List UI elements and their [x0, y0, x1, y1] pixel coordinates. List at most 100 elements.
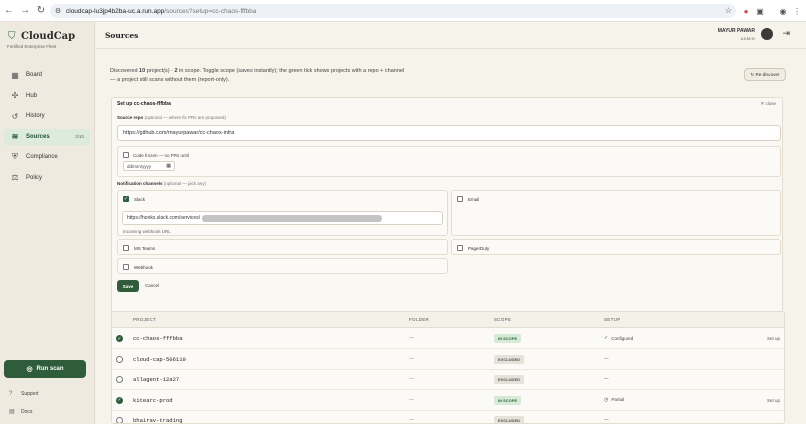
- shield-logo-icon: ⛉: [8, 31, 16, 42]
- run-scan-button[interactable]: ◎ Run scan: [4, 360, 86, 378]
- history-icon: ↺: [11, 111, 19, 121]
- browser-menu-icon[interactable]: ⋮: [792, 6, 802, 16]
- projects-table: PROJECT FOLDER SCOPE SETUP ✓ cc-chaos-fff…: [111, 311, 785, 424]
- intro-text: Discovered 10 project(s) · 2 in scope. T…: [110, 68, 405, 83]
- sidebar-item-policy[interactable]: ⚖ Policy: [4, 170, 90, 186]
- sidebar-item-label: Policy: [26, 174, 43, 181]
- project-name: allagent-12a27: [133, 376, 180, 383]
- brand-name: CloudCap: [21, 31, 76, 42]
- slack-channel-card: ✓ Slack https://hooks.slack.com/services…: [117, 190, 448, 236]
- column-header-setup: SETUP: [604, 317, 621, 322]
- project-name: cloud-cap-506110: [133, 355, 186, 363]
- sidebar-item-label: Compliance: [26, 154, 58, 160]
- check-circle-icon: ✓: [604, 335, 609, 341]
- bookmark-star-icon[interactable]: ☆: [725, 6, 732, 15]
- shield-check-icon: ⛨: [12, 152, 18, 161]
- teams-label: MS Teams: [134, 245, 156, 251]
- extensions-puzzle-icon[interactable]: ▣: [755, 6, 765, 16]
- scope-toggle-checkbox[interactable]: [116, 355, 123, 363]
- set-up-link[interactable]: Set up: [767, 398, 780, 403]
- site-info-icon[interactable]: ⚙: [54, 7, 62, 15]
- scan-icon: ◎: [26, 366, 33, 373]
- profile-avatar-icon[interactable]: ◉: [778, 6, 788, 16]
- save-button[interactable]: Save: [117, 280, 139, 292]
- webhook-channel-card: Webhook: [117, 258, 448, 274]
- table-header: PROJECT FOLDER SCOPE SETUP: [112, 312, 784, 328]
- setup-status-label: —: [604, 417, 609, 422]
- column-header-scope: SCOPE: [494, 317, 512, 322]
- slack-helper-text: Incoming webhook URL: [123, 229, 171, 234]
- set-up-link[interactable]: Set up: [767, 336, 780, 341]
- repo-url-input[interactable]: https://github.com/mayurpawar/cc-chaos-i…: [117, 125, 781, 141]
- freeze-date-input[interactable]: dd/mm/yyyy ▦: [123, 161, 175, 171]
- scope-toggle-checkbox[interactable]: [116, 417, 123, 423]
- code-frozen-label: Code frozen — no PRs until: [133, 152, 189, 158]
- email-channel-card: Email: [451, 190, 781, 236]
- clock-icon: ◷: [604, 396, 609, 403]
- sidebar-item-label: Sources: [26, 133, 50, 140]
- close-setup-button[interactable]: ✕ close: [760, 101, 776, 107]
- brand[interactable]: ⛉ CloudCap: [8, 31, 75, 42]
- sidebar-item-board[interactable]: ▦ Board: [4, 67, 90, 83]
- scale-icon: ⚖: [11, 173, 19, 182]
- support-link[interactable]: ? Support: [9, 391, 39, 397]
- setup-status-label: Configured: [611, 335, 634, 341]
- status-badge: EXCLUDED: [494, 375, 525, 384]
- date-placeholder: dd/mm/yyyy: [127, 163, 152, 169]
- email-checkbox[interactable]: [457, 196, 463, 202]
- user-role: ADMIN: [740, 36, 755, 41]
- sidebar-nav: ▦ Board ✣ Hub ↺ History ≋ Sources 2/10 ⛨…: [4, 67, 90, 190]
- scope-toggle-checkbox[interactable]: [116, 376, 123, 383]
- table-row[interactable]: bhairav-trading — EXCLUDED —: [112, 411, 784, 424]
- scope-toggle-checkbox[interactable]: ✓: [116, 335, 123, 342]
- logout-icon[interactable]: ⇥: [782, 28, 790, 39]
- grid-icon: ▦: [11, 70, 19, 80]
- folder-value: —: [409, 376, 414, 382]
- webhook-checkbox[interactable]: [123, 264, 129, 270]
- docs-link[interactable]: ▤ Docs: [9, 408, 32, 416]
- teams-checkbox[interactable]: [123, 245, 129, 251]
- back-icon[interactable]: ←: [2, 4, 16, 18]
- url-text: cloudcap-lu3jp4b2ba-uc.a.run.app/sources…: [66, 7, 257, 15]
- slack-webhook-input[interactable]: https://hooks.slack.com/services/: [122, 211, 443, 225]
- table-row[interactable]: ✓ cc-chaos-fffbba — IN SCOPE ✓ Configured Set …: [112, 329, 784, 349]
- webhook-label: Webhook: [134, 264, 153, 270]
- avatar[interactable]: [761, 28, 773, 40]
- setup-status: —: [604, 376, 609, 381]
- code-frozen-checkbox[interactable]: [123, 152, 129, 158]
- run-scan-label: Run scan: [36, 366, 64, 372]
- status-badge: EXCLUDED: [494, 354, 525, 364]
- sidebar-item-history[interactable]: ↺ History: [4, 108, 90, 124]
- project-name: bhairav-trading: [133, 417, 183, 424]
- slack-checkbox[interactable]: ✓: [123, 196, 129, 202]
- pagerduty-checkbox[interactable]: [457, 245, 463, 251]
- sidebar-item-label: Board: [26, 72, 43, 78]
- email-label: Email: [468, 196, 480, 202]
- table-row[interactable]: cloud-cap-506110 — EXCLUDED —: [112, 350, 784, 370]
- scope-toggle-checkbox[interactable]: ✓: [116, 396, 123, 404]
- document-icon: ▤: [9, 409, 15, 415]
- forward-icon[interactable]: →: [18, 4, 32, 18]
- redacted-value: [202, 214, 383, 222]
- sidebar-item-sources[interactable]: ≋ Sources 2/10: [4, 128, 90, 145]
- repo-label: Source repo (optional — where fix PRs ar…: [117, 115, 226, 120]
- extension-icon[interactable]: ●: [741, 6, 751, 16]
- sidebar: ⛉ CloudCap Fortified Enterprise Fleet ▦ …: [0, 22, 95, 424]
- cancel-button[interactable]: Cancel: [145, 283, 159, 288]
- main-content: Sources MAYUR PAWAR ADMIN ⇥ Discovered 1…: [96, 22, 806, 424]
- reload-icon[interactable]: ↻: [34, 4, 48, 18]
- setup-status: —: [604, 356, 609, 361]
- pagerduty-row: PagerDuty: [457, 245, 489, 251]
- sidebar-item-label: Hub: [26, 92, 38, 99]
- table-row[interactable]: ✓ kitearc-prod — IN SCOPE ◷ Partial Set up: [112, 391, 784, 411]
- rediscover-button[interactable]: ↻ Re-discover: [744, 68, 786, 81]
- database-icon: ≋: [11, 132, 19, 141]
- code-frozen-section: Code frozen — no PRs until dd/mm/yyyy ▦: [117, 146, 781, 177]
- address-bar[interactable]: ⚙ cloudcap-lu3jp4b2ba-uc.a.run.app/sourc…: [50, 4, 736, 18]
- sidebar-item-compliance[interactable]: ⛨ Compliance: [4, 149, 90, 165]
- setup-status: ◷ Partial: [604, 397, 624, 403]
- sidebar-item-hub[interactable]: ✣ Hub: [4, 88, 90, 104]
- table-row[interactable]: allagent-12a27 — EXCLUDED —: [112, 370, 784, 390]
- calendar-icon[interactable]: ▦: [166, 163, 171, 169]
- folder-value: —: [409, 396, 414, 403]
